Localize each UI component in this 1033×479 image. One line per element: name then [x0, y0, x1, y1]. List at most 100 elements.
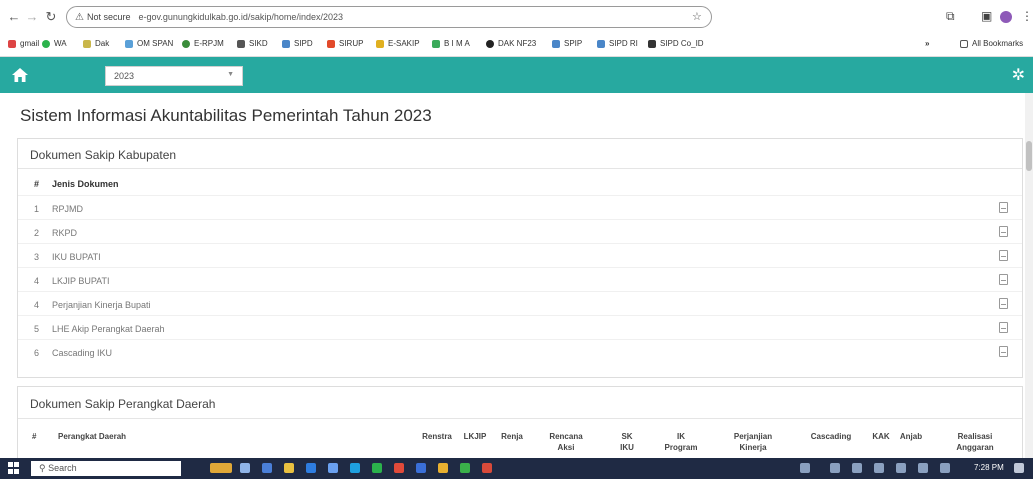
document-icon[interactable]	[999, 322, 1008, 333]
col-rencana-aksi: Rencana Aksi	[549, 432, 583, 452]
menu-icon[interactable]: ⋮	[1021, 9, 1033, 23]
document-icon[interactable]	[999, 274, 1008, 285]
year-select[interactable]: 2023 ▼	[105, 66, 243, 86]
bookmark-spip[interactable]: SPIP	[552, 39, 582, 48]
security-label: Not secure	[86, 12, 131, 22]
reload-icon[interactable]: ↻	[43, 9, 59, 25]
explorer-icon[interactable]	[284, 463, 294, 473]
tray-icon[interactable]	[830, 463, 840, 473]
sidepanel-icon[interactable]: ▣	[981, 9, 992, 23]
bookmark-sirup[interactable]: SIRUP	[327, 39, 363, 48]
sipdcoid-icon	[648, 39, 656, 48]
row-num: 4	[34, 276, 40, 286]
settings-icon[interactable]: ✲	[1012, 65, 1025, 85]
bookmark-dak[interactable]: Dak	[83, 39, 109, 48]
bookmark-star-icon[interactable]: ☆	[692, 10, 702, 23]
row-num: 5	[34, 324, 40, 334]
sikd-icon	[237, 39, 245, 48]
page-scrollbar[interactable]	[1025, 93, 1033, 458]
address-bar[interactable]: ⚠ Not secure e-gov.gunungkidulkab.go.id/…	[66, 6, 712, 28]
document-icon[interactable]	[999, 298, 1008, 309]
url-text[interactable]: e-gov.gunungkidulkab.go.id/sakip/home/in…	[139, 12, 343, 22]
perangkat-panel: Dokumen Sakip Perangkat Daerah # Perangk…	[17, 386, 1023, 458]
forward-icon[interactable]: →	[24, 9, 40, 24]
app-header: 2023 ▼ ✲	[0, 57, 1033, 93]
bima-icon	[432, 39, 440, 48]
all-bookmarks[interactable]: All Bookmarks	[960, 39, 1023, 48]
windows-start-icon[interactable]	[8, 462, 20, 474]
daknf23-icon	[486, 39, 494, 48]
app-icon[interactable]	[372, 463, 382, 473]
document-icon[interactable]	[999, 346, 1008, 357]
app-icon[interactable]	[328, 463, 338, 473]
bookmark-erpjm[interactable]: E-RPJM	[182, 39, 224, 48]
notification-icon[interactable]	[1014, 463, 1024, 473]
tray-icon[interactable]	[852, 463, 862, 473]
bookmark-sipdri[interactable]: SIPD RI	[597, 39, 638, 48]
esakip-icon	[376, 39, 384, 48]
tray-icon[interactable]	[940, 463, 950, 473]
app-icon[interactable]	[394, 463, 404, 473]
extensions-icon[interactable]: ⧉	[946, 9, 955, 24]
tray-icon[interactable]	[800, 463, 810, 473]
bookmark-esakip[interactable]: E-SAKIP	[376, 39, 420, 48]
bookmarks-overflow-icon[interactable]: »	[925, 39, 929, 48]
document-icon[interactable]	[999, 202, 1008, 213]
app-icon[interactable]	[262, 463, 272, 473]
row-name: RKPD	[52, 228, 78, 238]
bookmark-sipdcoid[interactable]: SIPD Co_ID	[648, 39, 704, 48]
table-row: 2 RKPD	[18, 220, 1022, 244]
chevron-down-icon: ▼	[227, 71, 234, 78]
spip-icon	[552, 39, 560, 48]
app-icon[interactable]	[482, 463, 492, 473]
search-icon: ⚲	[39, 463, 49, 473]
bookmark-bima[interactable]: B I M A	[432, 39, 470, 48]
chrome-icon[interactable]	[438, 463, 448, 473]
profile-avatar-icon[interactable]	[1000, 11, 1012, 23]
row-name: LKJIP BUPATI	[52, 276, 110, 286]
taskview-icon[interactable]	[240, 463, 250, 473]
widget-icon[interactable]	[210, 463, 232, 473]
clock[interactable]: 7:28 PM	[974, 463, 1004, 472]
edge-icon[interactable]	[350, 463, 360, 473]
erpjm-icon	[182, 39, 190, 48]
bookmark-omspan[interactable]: OM SPAN	[125, 39, 173, 48]
col-cascading: Cascading	[810, 432, 852, 441]
col-lkjip: LKJIP	[463, 432, 487, 441]
bookmark-daknf23[interactable]: DAK NF23	[486, 39, 536, 48]
row-num: 3	[34, 252, 40, 262]
bookmark-gmail[interactable]: gmail	[8, 39, 39, 48]
sipd-icon	[282, 39, 290, 48]
app-icon[interactable]	[460, 463, 470, 473]
back-icon[interactable]: ←	[6, 9, 22, 24]
row-num: 2	[34, 228, 40, 238]
bookmark-wa[interactable]: WA	[42, 39, 67, 48]
col-anjab: Anjab	[899, 432, 923, 441]
tray-icon[interactable]	[918, 463, 928, 473]
year-value: 2023	[114, 71, 135, 81]
folder-icon	[960, 39, 968, 48]
col-kak: KAK	[872, 432, 890, 441]
table-row: 6 Cascading IKU	[18, 340, 1022, 364]
taskbar-search[interactable]: ⚲ Search	[31, 461, 181, 476]
row-num: 4	[34, 300, 40, 310]
windows-taskbar: ⚲ Search 7:28 PM	[0, 458, 1033, 479]
app-icon[interactable]	[416, 463, 426, 473]
gmail-icon	[8, 39, 16, 48]
home-button[interactable]	[0, 57, 40, 93]
dak-icon	[83, 39, 91, 48]
tray-icon[interactable]	[874, 463, 884, 473]
perangkat-heading: Dokumen Sakip Perangkat Daerah	[18, 387, 1022, 419]
row-name: LHE Akip Perangkat Daerah	[52, 324, 165, 334]
col-sk-iku: SK IKU	[620, 432, 634, 452]
bookmark-sipd[interactable]: SIPD	[282, 39, 313, 48]
app-icon[interactable]	[306, 463, 316, 473]
tray-icon[interactable]	[896, 463, 906, 473]
document-icon[interactable]	[999, 250, 1008, 261]
bookmark-sikd[interactable]: SIKD	[237, 39, 268, 48]
table-header: # Jenis Dokumen	[18, 169, 1022, 196]
table-row: 3 IKU BUPATI	[18, 244, 1022, 268]
table-row: 4 Perjanjian Kinerja Bupati	[18, 292, 1022, 316]
scrollbar-thumb[interactable]	[1026, 141, 1032, 171]
document-icon[interactable]	[999, 226, 1008, 237]
